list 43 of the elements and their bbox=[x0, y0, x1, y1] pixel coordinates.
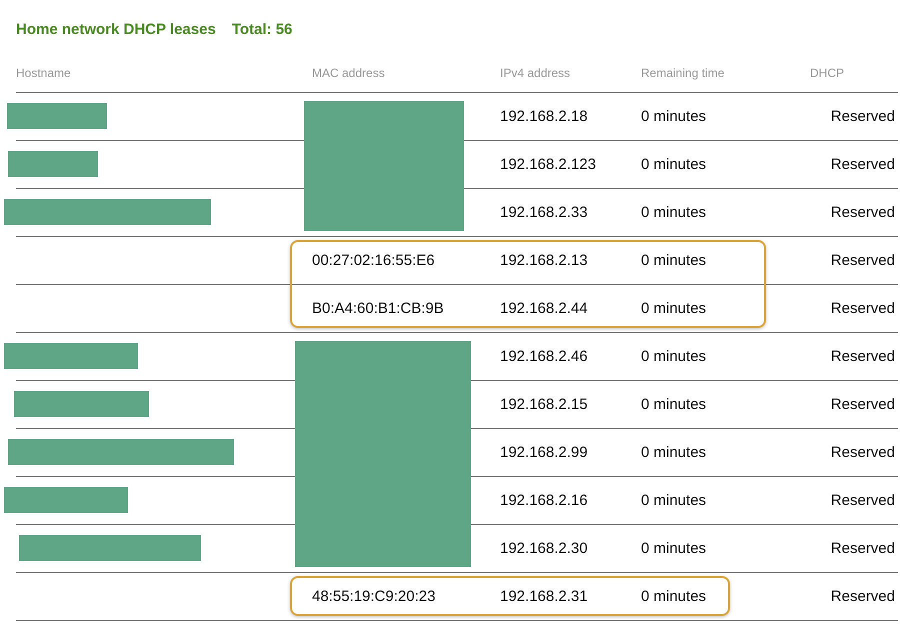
table-cell-text: Reserved bbox=[830, 204, 896, 221]
table-cell-text: 48:55:19:C9:20:23 bbox=[311, 588, 436, 605]
table-cell-text: 192.168.2.18 bbox=[499, 108, 589, 125]
table-cell-text: 0 minutes bbox=[640, 156, 708, 173]
table-cell-text: B0:A4:60:B1:CB:9B bbox=[311, 300, 445, 317]
table-cell-text: 192.168.2.46 bbox=[499, 348, 589, 365]
table-cell-text: Reserved bbox=[830, 348, 896, 365]
table-cell-text: Reserved bbox=[830, 540, 896, 557]
table-cell-text: Reserved bbox=[830, 444, 896, 461]
table-cell-text: 192.168.2.99 bbox=[499, 444, 589, 461]
table-cell-text: 192.168.2.123 bbox=[499, 156, 597, 173]
column-header: Remaining time bbox=[640, 66, 726, 80]
table-cell-text: 0 minutes bbox=[640, 444, 708, 461]
table-cell-text: 0 minutes bbox=[640, 204, 708, 221]
table-cell-text: 0 minutes bbox=[640, 108, 708, 125]
table-cell-text: 192.168.2.44 bbox=[499, 300, 589, 317]
table-cell-text: 0 minutes bbox=[640, 540, 708, 557]
column-header: MAC address bbox=[311, 66, 386, 80]
total-count: Total: 56 bbox=[232, 20, 292, 38]
column-header: IPv4 address bbox=[499, 66, 572, 80]
table-cell-text: 0 minutes bbox=[640, 300, 708, 317]
table-cell-text: 192.168.2.31 bbox=[499, 588, 589, 605]
table-cell-text: 0 minutes bbox=[640, 492, 708, 509]
table-cell-text: 0 minutes bbox=[640, 348, 708, 365]
page-title: Home network DHCP leases bbox=[16, 20, 216, 38]
table-cell-text: 00:27:02:16:55:E6 bbox=[311, 252, 436, 269]
table-cell-text: Reserved bbox=[830, 300, 896, 317]
table-cell-text: 0 minutes bbox=[640, 252, 708, 269]
table-cell-text: 192.168.2.13 bbox=[499, 252, 589, 269]
table-cell-text: 192.168.2.33 bbox=[499, 204, 589, 221]
table-cell-text: 192.168.2.30 bbox=[499, 540, 589, 557]
column-header: DHCP bbox=[810, 66, 846, 80]
table-cell-text: Reserved bbox=[830, 108, 896, 125]
table-cell-text: Reserved bbox=[830, 252, 896, 269]
table-cell-text: 0 minutes bbox=[640, 396, 708, 413]
table-cell-text: Reserved bbox=[830, 492, 896, 509]
table-cell-text: Reserved bbox=[830, 396, 896, 413]
table-cell-text: 192.168.2.16 bbox=[499, 492, 589, 509]
column-header: Hostname bbox=[16, 66, 72, 80]
table-cell-text: Reserved bbox=[830, 156, 896, 173]
table-cell-text: 0 minutes bbox=[640, 588, 708, 605]
table-cell-text: Reserved bbox=[830, 588, 896, 605]
table-cell-text: 192.168.2.15 bbox=[499, 396, 589, 413]
